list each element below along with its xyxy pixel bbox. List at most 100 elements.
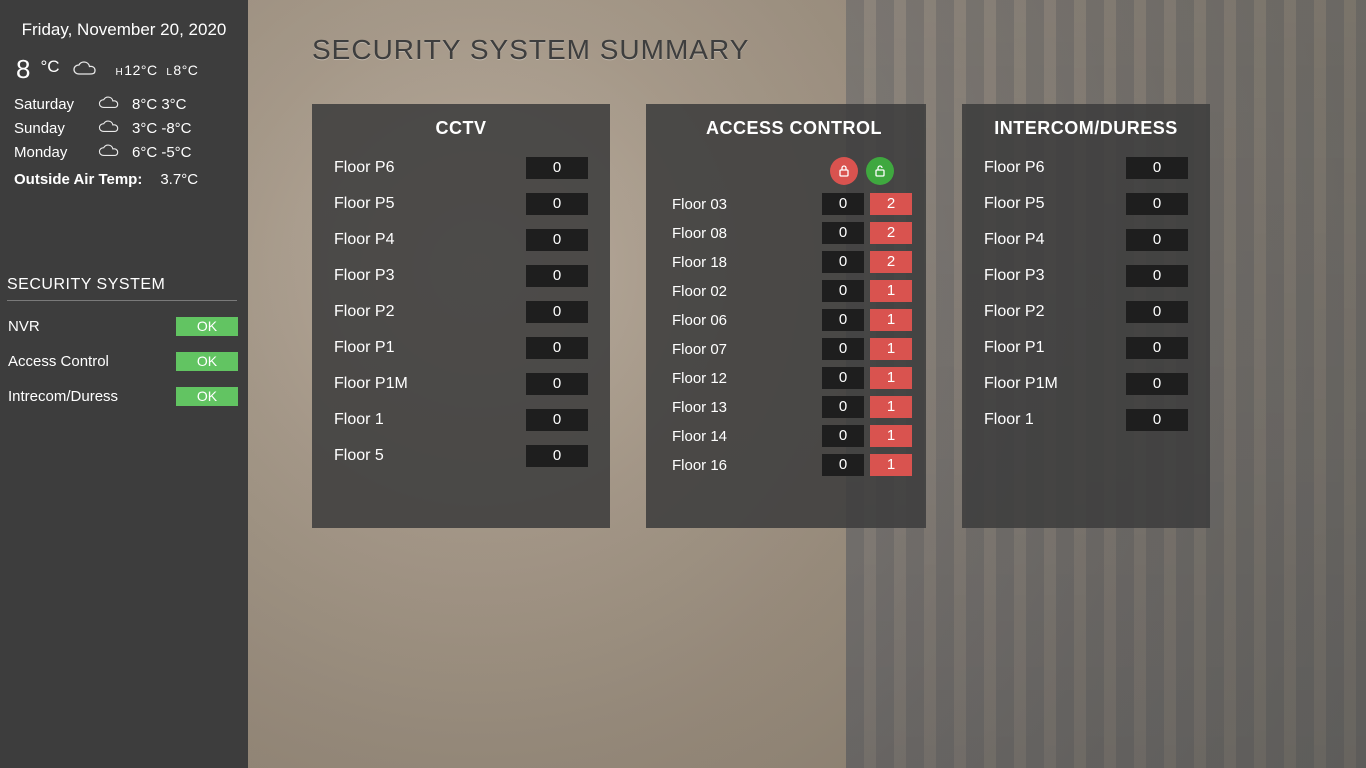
forecast-temps: 3°C -8°C: [132, 120, 192, 137]
access-control-title: ACCESS CONTROL: [672, 118, 916, 139]
floor-label: Floor 5: [334, 447, 526, 465]
intercom-row: Floor 1 0: [984, 409, 1188, 431]
cctv-row: Floor P4 0: [334, 229, 588, 251]
cctv-count: 0: [526, 337, 588, 359]
floor-label: Floor 06: [672, 312, 816, 329]
access-unlocked-count: 1: [870, 338, 912, 360]
access-row: Floor 07 0 1: [672, 338, 912, 360]
floor-label: Floor P4: [334, 231, 526, 249]
access-unlocked-count: 1: [870, 309, 912, 331]
cctv-count: 0: [526, 373, 588, 395]
access-locked-count: 0: [822, 222, 864, 244]
access-rows-scroll[interactable]: Floor 03 0 2 Floor 08 0 2 Floor 18 0 2 F…: [672, 193, 916, 483]
weather-cloudy-icon: [96, 95, 122, 113]
access-unlocked-count: 2: [870, 251, 912, 273]
weather-cloudy-icon: [70, 60, 100, 80]
security-status-row: NVR OK: [8, 317, 238, 336]
floor-label: Floor P2: [334, 303, 526, 321]
access-locked-count: 0: [822, 454, 864, 476]
intercom-row: Floor P6 0: [984, 157, 1188, 179]
access-locked-count: 0: [822, 367, 864, 389]
cctv-count: 0: [526, 301, 588, 323]
access-row: Floor 14 0 1: [672, 425, 912, 447]
cctv-row: Floor P1M 0: [334, 373, 588, 395]
cctv-count: 0: [526, 409, 588, 431]
cctv-row: Floor P5 0: [334, 193, 588, 215]
floor-label: Floor 02: [672, 283, 816, 300]
floor-label: Floor P1M: [984, 375, 1126, 393]
access-unlocked-count: 1: [870, 280, 912, 302]
security-status-name: NVR: [8, 318, 40, 335]
floor-label: Floor P4: [984, 231, 1126, 249]
current-lo: 8°C: [173, 62, 198, 78]
forecast-day: Saturday: [14, 96, 86, 113]
access-control-panel: ACCESS CONTROL Floor 03 0 2 Floor 08 0 2…: [646, 104, 926, 528]
access-unlocked-count: 1: [870, 396, 912, 418]
forecast-row: Saturday 8°C 3°C: [14, 95, 238, 113]
forecast-row: Monday 6°C -5°C: [14, 143, 238, 161]
floor-label: Floor P6: [984, 159, 1126, 177]
intercom-row: Floor P1 0: [984, 337, 1188, 359]
intercom-count: 0: [1126, 409, 1188, 431]
outside-air-temp: Outside Air Temp: 3.7°C: [14, 171, 238, 188]
floor-label: Floor 13: [672, 399, 816, 416]
page-title: SECURITY SYSTEM SUMMARY: [312, 34, 1366, 66]
access-locked-count: 0: [822, 251, 864, 273]
oat-value: 3.7°C: [160, 171, 198, 188]
floor-label: Floor 03: [672, 196, 816, 213]
current-hi: 12°C: [124, 62, 157, 78]
intercom-panel: INTERCOM/DURESS Floor P6 0 Floor P5 0 Fl…: [962, 104, 1210, 528]
cctv-row: Floor 1 0: [334, 409, 588, 431]
cctv-count: 0: [526, 445, 588, 467]
access-unlocked-count: 2: [870, 193, 912, 215]
forecast-temps: 8°C 3°C: [132, 96, 187, 113]
floor-label: Floor 18: [672, 254, 816, 271]
floor-label: Floor P2: [984, 303, 1126, 321]
floor-label: Floor 08: [672, 225, 816, 242]
intercom-row: Floor P3 0: [984, 265, 1188, 287]
forecast-temps: 6°C -5°C: [132, 144, 192, 161]
cctv-count: 0: [526, 157, 588, 179]
access-row: Floor 12 0 1: [672, 367, 912, 389]
cctv-title: CCTV: [334, 118, 588, 139]
intercom-count: 0: [1126, 193, 1188, 215]
floor-label: Floor P1: [984, 339, 1126, 357]
security-status-name: Access Control: [8, 353, 109, 370]
floor-label: Floor 1: [334, 411, 526, 429]
floor-label: Floor P5: [334, 195, 526, 213]
security-status-list: NVR OK Access Control OK Intrecom/Duress…: [8, 317, 240, 406]
intercom-count: 0: [1126, 229, 1188, 251]
access-row: Floor 03 0 2: [672, 193, 912, 215]
floor-label: Floor P3: [984, 267, 1126, 285]
access-locked-count: 0: [822, 309, 864, 331]
intercom-count: 0: [1126, 157, 1188, 179]
access-locked-count: 0: [822, 425, 864, 447]
cctv-row: Floor P1 0: [334, 337, 588, 359]
weather-cloudy-icon: [96, 119, 122, 137]
access-row: Floor 13 0 1: [672, 396, 912, 418]
current-temp: 8: [16, 54, 30, 85]
access-legend: [672, 157, 916, 185]
weather-cloudy-icon: [96, 143, 122, 161]
intercom-row: Floor P5 0: [984, 193, 1188, 215]
access-row: Floor 16 0 1: [672, 454, 912, 476]
access-locked-count: 0: [822, 193, 864, 215]
current-hi-lo: H12°C L8°C: [116, 62, 199, 78]
cctv-count: 0: [526, 193, 588, 215]
main-content: SECURITY SYSTEM SUMMARY CCTV Floor P6 0 …: [248, 0, 1366, 768]
access-row: Floor 08 0 2: [672, 222, 912, 244]
intercom-row: Floor P2 0: [984, 301, 1188, 323]
access-unlocked-count: 1: [870, 454, 912, 476]
unlock-icon: [866, 157, 894, 185]
floor-label: Floor P3: [334, 267, 526, 285]
current-temp-unit: °C: [40, 57, 59, 77]
access-row: Floor 02 0 1: [672, 280, 912, 302]
intercom-count: 0: [1126, 301, 1188, 323]
access-row: Floor 18 0 2: [672, 251, 912, 273]
floor-label: Floor P6: [334, 159, 526, 177]
forecast-day: Sunday: [14, 120, 86, 137]
floor-label: Floor P1M: [334, 375, 526, 393]
forecast-list: Saturday 8°C 3°C Sunday 3°C -8°C Monday …: [8, 95, 240, 161]
access-unlocked-count: 1: [870, 425, 912, 447]
sidebar: Friday, November 20, 2020 8 °C H12°C L8°…: [0, 0, 248, 768]
